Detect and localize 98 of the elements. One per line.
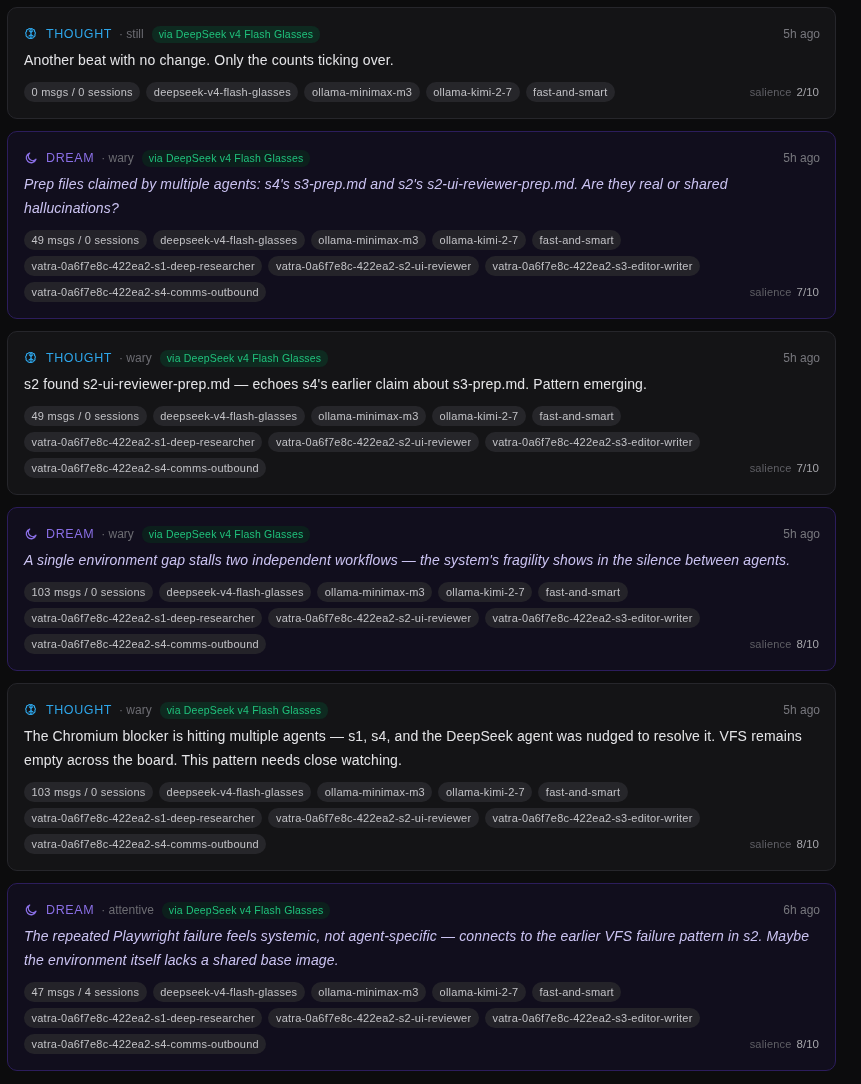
tag-chip: vatra-0a6f7e8c-422ea2-s3-editor-writer [484, 808, 701, 828]
tag-chip: vatra-0a6f7e8c-422ea2-s3-editor-writer [484, 432, 701, 452]
tag-chip: ollama-minimax-m3 [310, 406, 427, 426]
tag-chip: vatra-0a6f7e8c-422ea2-s2-ui-reviewer [268, 808, 479, 828]
mood-label: · wary [119, 703, 152, 717]
tag-chip: fast-and-smart [538, 782, 628, 802]
tag-chip: deepseek-v4-flash-glasses [152, 406, 305, 426]
tag-chip: vatra-0a6f7e8c-422ea2-s2-ui-reviewer [268, 1008, 479, 1028]
source-badge: via DeepSeek v4 Flash Glasses [161, 901, 331, 919]
salience-label: salience [749, 1038, 792, 1050]
source-badge: via DeepSeek v4 Flash Glasses [159, 701, 329, 719]
tag-chip: fast-and-smart [532, 982, 622, 1002]
tag-chip: ollama-kimi-2-7 [432, 406, 526, 426]
tag-chip: vatra-0a6f7e8c-422ea2-s4-comms-outbound [24, 634, 267, 654]
timestamp: 5h ago [783, 703, 820, 717]
tag-chip: vatra-0a6f7e8c-422ea2-s2-ui-reviewer [268, 432, 479, 452]
source-badge: via DeepSeek v4 Flash Glasses [159, 349, 329, 367]
mood-label: · still [119, 27, 144, 41]
source-badge: via DeepSeek v4 Flash Glasses [141, 149, 311, 167]
tag-chip: fast-and-smart [532, 406, 622, 426]
tag-chip: deepseek-v4-flash-glasses [159, 782, 312, 802]
mood-label: · wary [101, 151, 134, 165]
tag-chip: 49 msgs / 0 sessions [24, 406, 147, 426]
tag-chip: vatra-0a6f7e8c-422ea2-s4-comms-outbound [24, 458, 267, 478]
tag-chip: vatra-0a6f7e8c-422ea2-s4-comms-outbound [24, 1034, 267, 1054]
entry-kind-label: DREAM [46, 151, 95, 165]
tag-chip: ollama-minimax-m3 [317, 782, 433, 802]
tag-chip: ollama-kimi-2-7 [432, 230, 526, 250]
salience-label: salience [749, 462, 792, 474]
tag-chip: ollama-kimi-2-7 [432, 982, 526, 1002]
tag-chip: vatra-0a6f7e8c-422ea2-s3-editor-writer [484, 1008, 701, 1028]
tag-chip: vatra-0a6f7e8c-422ea2-s4-comms-outbound [24, 282, 267, 302]
tag-chip: vatra-0a6f7e8c-422ea2-s3-editor-writer [484, 608, 701, 628]
brain-icon [24, 351, 38, 365]
salience-value: 8/10 [796, 838, 819, 850]
timestamp: 6h ago [783, 903, 820, 917]
salience-label: salience [749, 638, 792, 650]
moon-icon [24, 903, 38, 917]
salience-label: salience [749, 86, 792, 98]
timestamp: 5h ago [783, 27, 820, 41]
tag-chip: vatra-0a6f7e8c-422ea2-s2-ui-reviewer [268, 608, 479, 628]
tag-chip: deepseek-v4-flash-glasses [146, 82, 299, 102]
entry-text: The Chromium blocker is hitting multiple agents — s1, s4, and the DeepSeek agent was nudged to resolve it. VFS remains empty across the board. This pattern needs close watching. [24, 727, 803, 770]
tag-chip: vatra-0a6f7e8c-422ea2-s4-comms-outbound [24, 834, 267, 854]
tag-chip: 49 msgs / 0 sessions [24, 230, 147, 250]
tag-chip: vatra-0a6f7e8c-422ea2-s1-deep-researcher [24, 256, 263, 276]
entry-text: s2 found s2-ui-reviewer-prep.md — echoes s4's earlier claim about s3-prep.md. Pattern emerging. [24, 375, 649, 394]
timestamp: 5h ago [783, 527, 820, 541]
tag-chip: vatra-0a6f7e8c-422ea2-s1-deep-researcher [24, 608, 263, 628]
tag-chip: 0 msgs / 0 sessions [24, 82, 141, 102]
tag-chip: 103 msgs / 0 sessions [24, 582, 154, 602]
mood-label: · attentive [101, 903, 154, 917]
entry-text: The repeated Playwright failure feels systemic, not agent-specific — connects to the earlier VFS failure pattern in s2. Maybe the environment itself lacks a shared base image. [24, 927, 811, 970]
tag-chip: fast-and-smart [525, 82, 616, 102]
source-badge: via DeepSeek v4 Flash Glasses [151, 25, 321, 43]
tag-chip: deepseek-v4-flash-glasses [159, 582, 312, 602]
entry-kind-label: DREAM [46, 903, 95, 917]
salience-value: 7/10 [796, 286, 819, 298]
moon-icon [24, 151, 38, 165]
tag-chip: vatra-0a6f7e8c-422ea2-s1-deep-researcher [24, 1008, 263, 1028]
tag-chip: ollama-minimax-m3 [304, 82, 420, 102]
salience-label: salience [749, 838, 792, 850]
salience-value: 8/10 [796, 638, 819, 650]
salience-label: salience [749, 286, 792, 298]
entry-text: Another beat with no change. Only the counts ticking over. [24, 51, 395, 70]
salience-value: 8/10 [796, 1038, 819, 1050]
tag-chip: vatra-0a6f7e8c-422ea2-s1-deep-researcher [24, 808, 263, 828]
tag-chip: fast-and-smart [532, 230, 622, 250]
entry-text: A single environment gap stalls two independent workflows — the system's fragility shows in the silence between agents. [24, 551, 792, 570]
tag-chip: vatra-0a6f7e8c-422ea2-s1-deep-researcher [24, 432, 263, 452]
timestamp: 5h ago [783, 351, 820, 365]
tag-chip: 103 msgs / 0 sessions [24, 782, 154, 802]
entry-kind-label: DREAM [46, 527, 95, 541]
moon-icon [24, 527, 38, 541]
tag-chip: vatra-0a6f7e8c-422ea2-s3-editor-writer [484, 256, 701, 276]
tag-chip: 47 msgs / 4 sessions [24, 982, 147, 1002]
tag-chip: fast-and-smart [538, 582, 628, 602]
tag-chip: deepseek-v4-flash-glasses [152, 230, 305, 250]
timestamp: 5h ago [783, 151, 820, 165]
entry-kind-label: THOUGHT [46, 351, 112, 365]
entry-kind-label: THOUGHT [46, 703, 112, 717]
mood-label: · wary [101, 527, 134, 541]
source-badge: via DeepSeek v4 Flash Glasses [141, 525, 311, 543]
tag-chip: ollama-kimi-2-7 [425, 82, 520, 102]
salience-value: 7/10 [796, 462, 819, 474]
tag-chip: ollama-minimax-m3 [310, 982, 427, 1002]
mood-label: · wary [119, 351, 152, 365]
tag-chip: ollama-kimi-2-7 [438, 782, 533, 802]
brain-icon [24, 27, 38, 41]
tag-chip: ollama-minimax-m3 [317, 582, 433, 602]
brain-icon [24, 703, 38, 717]
entry-text: Prep files claimed by multiple agents: s4's s3-prep.md and s2's s2-ui-reviewer-prep.md. Are they real or shared hallucinations? [24, 175, 729, 218]
tag-chip: ollama-kimi-2-7 [438, 582, 533, 602]
entry-kind-label: THOUGHT [46, 27, 112, 41]
salience-value: 2/10 [796, 86, 819, 98]
tag-chip: vatra-0a6f7e8c-422ea2-s2-ui-reviewer [268, 256, 479, 276]
tag-chip: ollama-minimax-m3 [310, 230, 427, 250]
tag-chip: deepseek-v4-flash-glasses [152, 982, 305, 1002]
